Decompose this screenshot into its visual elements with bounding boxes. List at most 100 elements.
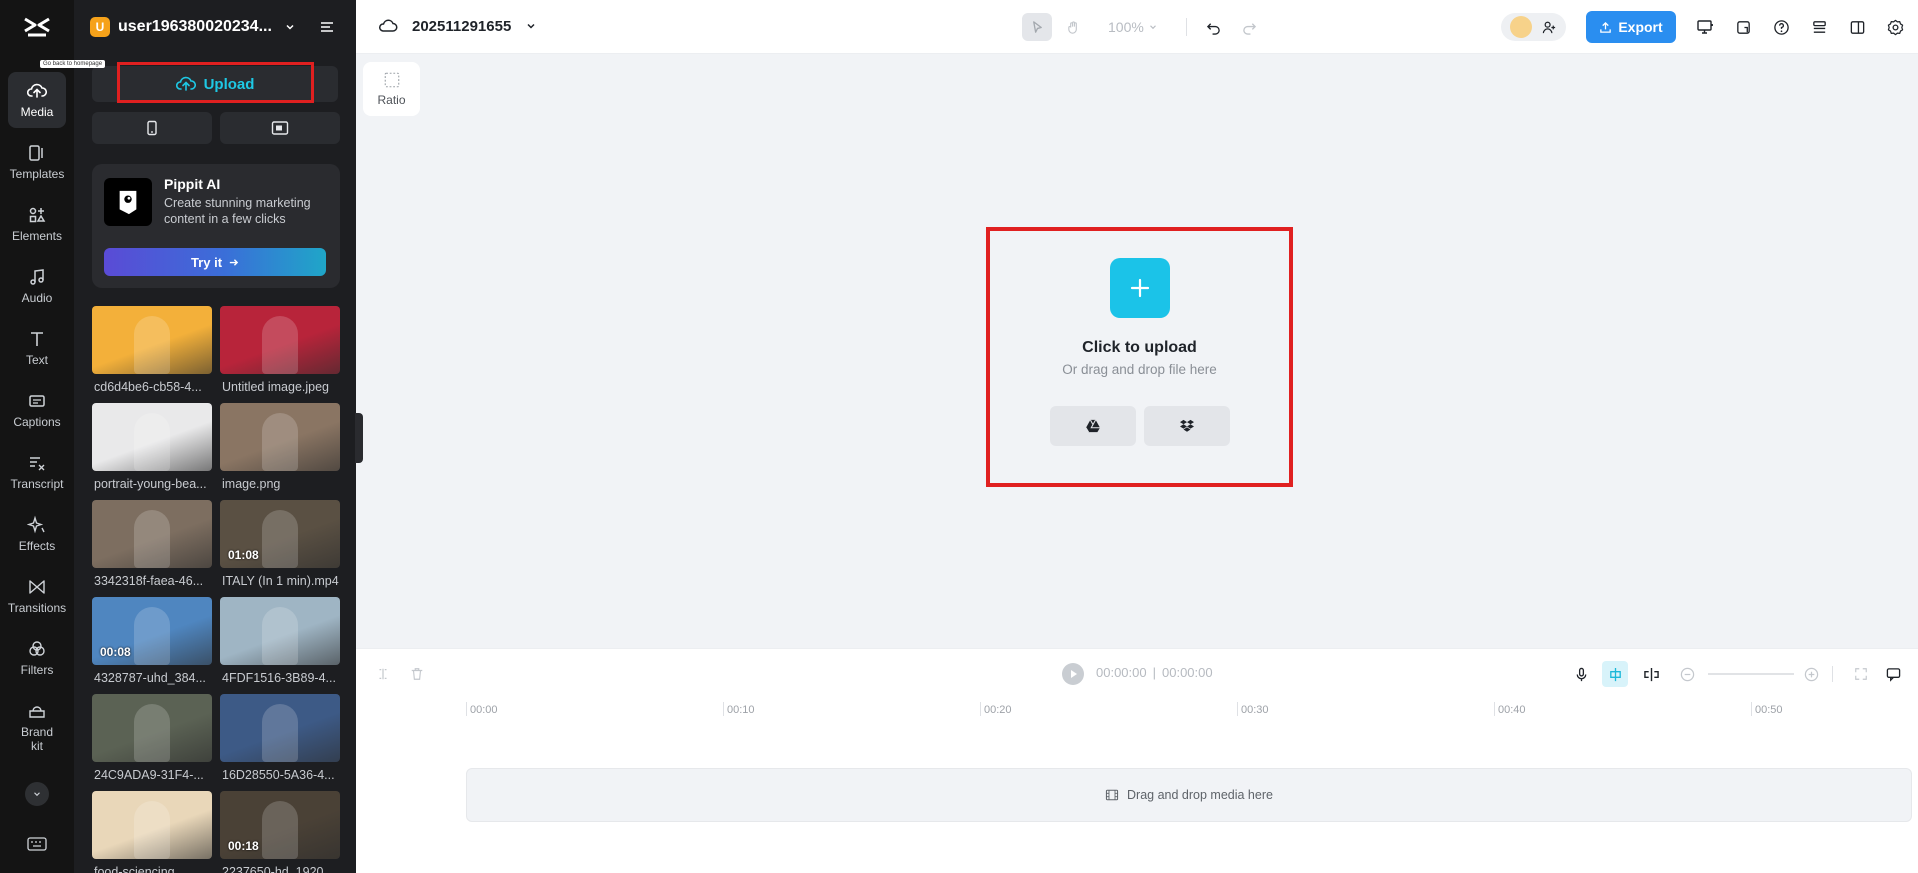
media-thumbnail[interactable] — [220, 403, 340, 471]
project-name: 202511291655 — [412, 17, 512, 35]
brand-kit-icon — [29, 706, 45, 718]
topbar-right-icons — [1690, 13, 1910, 41]
timecode: 00:00:00 | 00:00:00 — [1096, 665, 1213, 680]
rail-item-text[interactable]: Text — [8, 320, 66, 376]
media-thumbnail[interactable]: 00:08 — [92, 597, 212, 665]
record-screen-button[interactable] — [220, 112, 340, 144]
export-icon — [1600, 21, 1612, 33]
rail-item-captions[interactable]: Captions — [8, 382, 66, 438]
workspace-switcher[interactable]: U user196380020234... — [90, 14, 346, 40]
dropbox-icon — [1180, 419, 1194, 432]
expand-more-button[interactable] — [25, 782, 49, 806]
thumbnail-subject — [262, 510, 298, 568]
try-it-button[interactable]: Try it — [104, 248, 326, 276]
cloud-upload-icon — [27, 83, 47, 98]
media-thumbnail[interactable] — [92, 403, 212, 471]
rail-item-elements[interactable]: Elements — [8, 196, 66, 252]
media-panel: U user196380020234... Upload Pippit AI C… — [74, 0, 356, 873]
select-tool-button[interactable] — [1022, 13, 1052, 41]
ruler-tick-label: 00:00 — [466, 702, 498, 716]
magnet-toggle[interactable] — [1602, 661, 1628, 687]
transcript-icon — [30, 457, 45, 471]
split-button[interactable] — [372, 663, 394, 685]
rail-item-media[interactable]: Media — [8, 72, 66, 128]
zoom-dropdown[interactable]: 100% — [1108, 19, 1158, 35]
undo-icon — [1207, 22, 1221, 35]
pippit-logo-icon — [104, 178, 152, 226]
timeline-drop-zone[interactable]: Drag and drop media here — [466, 768, 1912, 822]
redo-icon — [1243, 22, 1257, 35]
media-file-name: 3342318f-faea-46... — [94, 574, 204, 588]
feedback-button[interactable] — [1882, 663, 1904, 685]
media-thumbnail[interactable] — [220, 597, 340, 665]
keyboard-shortcuts-icon[interactable] — [27, 836, 47, 852]
captions-icon — [29, 395, 45, 407]
hand-tool-button[interactable] — [1058, 13, 1088, 41]
timeline-zoom-slider[interactable] — [1708, 673, 1794, 675]
rail-item-brand-kit[interactable]: Brand kit — [8, 696, 66, 758]
export-button[interactable]: Export — [1586, 11, 1676, 43]
capcut-logo-icon[interactable] — [22, 14, 52, 40]
rail-item-templates[interactable]: Templates — [8, 134, 66, 190]
rail-label: Templates — [9, 167, 65, 181]
media-thumbnail[interactable] — [92, 306, 212, 374]
try-it-label: Try it — [190, 254, 223, 270]
media-thumbnail[interactable]: 00:18 — [220, 791, 340, 859]
film-icon — [1105, 789, 1119, 801]
help-button[interactable] — [1766, 13, 1796, 41]
media-thumbnail[interactable] — [92, 791, 212, 859]
layers-button[interactable] — [1804, 13, 1834, 41]
thumbnail-subject — [262, 704, 298, 762]
user-avatar: U — [90, 17, 110, 37]
rail-item-filters[interactable]: Filters — [8, 630, 66, 686]
thumbnail-subject — [262, 413, 298, 471]
delete-button[interactable] — [406, 663, 428, 685]
upload-label: Upload — [203, 75, 255, 93]
media-file-name: 24C9ADA9-31F4-... — [94, 768, 204, 782]
collapse-panel-handle[interactable] — [355, 413, 363, 463]
thumbnail-subject — [134, 413, 170, 471]
shield-button[interactable] — [1728, 13, 1758, 41]
chevron-down-icon — [527, 23, 535, 29]
media-thumbnail[interactable] — [92, 500, 212, 568]
zoom-in-icon — [1804, 667, 1818, 681]
media-thumbnail[interactable] — [220, 694, 340, 762]
media-file-name: 16D28550-5A36-4... — [222, 768, 335, 782]
project-title-area[interactable]: 202511291655 — [378, 16, 537, 36]
undo-button[interactable] — [1199, 13, 1229, 41]
settings-button[interactable] — [1880, 13, 1910, 41]
media-file-name: ITALY (In 1 min).mp4 — [222, 574, 339, 588]
media-thumbnail[interactable] — [92, 694, 212, 762]
redo-button[interactable] — [1235, 13, 1265, 41]
fit-timeline-button[interactable] — [1850, 663, 1872, 685]
upload-from-phone-button[interactable] — [92, 112, 212, 144]
media-thumbnail[interactable] — [220, 306, 340, 374]
zoom-out-button[interactable] — [1676, 663, 1698, 685]
sparkle-icon — [27, 515, 45, 534]
panel-menu-icon[interactable] — [318, 18, 336, 36]
upload-dropzone[interactable]: Click to upload Or drag and drop file he… — [986, 227, 1293, 487]
thumbnail-subject — [134, 510, 170, 568]
link-toggle[interactable] — [1640, 663, 1662, 685]
upload-button[interactable]: Upload — [92, 66, 338, 102]
rail-item-transcript[interactable]: Transcript — [8, 444, 66, 500]
add-media-button[interactable] — [1110, 258, 1170, 318]
present-button[interactable] — [1690, 13, 1720, 41]
rail-item-audio[interactable]: Audio — [8, 258, 66, 314]
rail-item-transitions[interactable]: Transitions — [8, 568, 66, 624]
timeline-drop-label: Drag and drop media here — [1127, 788, 1273, 802]
record-voice-button[interactable] — [1570, 663, 1592, 685]
google-drive-button[interactable] — [1050, 406, 1136, 446]
zoom-in-button[interactable] — [1800, 663, 1822, 685]
toggle-panel-button[interactable] — [1842, 13, 1872, 41]
rail-item-effects[interactable]: Effects — [8, 506, 66, 562]
homepage-tooltip: Go back to homepage — [40, 60, 106, 68]
collaborators-pill[interactable] — [1501, 13, 1566, 41]
play-icon — [1062, 663, 1084, 685]
pointer-icon — [1032, 20, 1042, 33]
split-icon — [379, 668, 387, 680]
ratio-button[interactable]: Ratio — [363, 62, 420, 116]
dropbox-button[interactable] — [1144, 406, 1230, 446]
media-thumbnail[interactable]: 01:08 — [220, 500, 340, 568]
play-button[interactable] — [1062, 663, 1084, 690]
